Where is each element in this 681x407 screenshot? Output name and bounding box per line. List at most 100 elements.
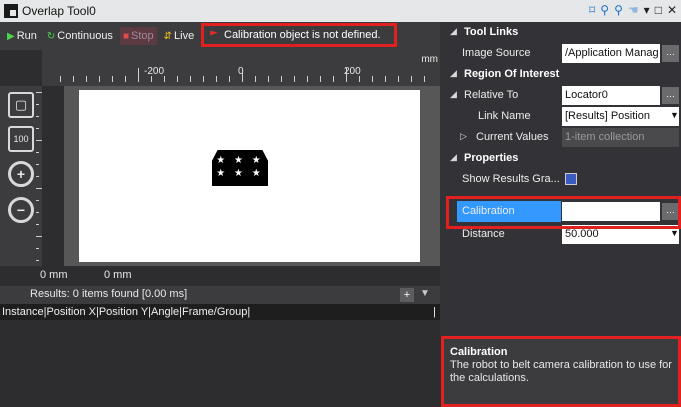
ruler-tick (411, 76, 412, 82)
results-columns: Instance|Position X|Position Y|Angle|Fra… (0, 304, 440, 320)
prop-relative-to[interactable]: ◢ Relative To Locator0 … (440, 85, 681, 106)
pin-icon[interactable]: ⌑ (589, 3, 595, 17)
results-list[interactable] (0, 320, 440, 407)
flag-icon (210, 30, 218, 36)
pan-icon[interactable]: ☚ (628, 3, 639, 17)
show-results-checkbox[interactable] (565, 173, 577, 185)
ruler-tick (36, 164, 39, 165)
image-canvas[interactable]: ★ ★ ★ ★ ★ ★ (79, 90, 420, 262)
property-description: Calibration The robot to belt camera cal… (441, 336, 681, 407)
prop-image-source[interactable]: Image Source /Application Manag … (440, 43, 681, 64)
stop-button[interactable]: ■ Stop (119, 27, 157, 45)
ruler-tick (294, 76, 295, 82)
ruler-tick (36, 212, 39, 213)
zoom-out-icon[interactable]: − (8, 197, 34, 223)
prop-link-name[interactable]: Link Name [Results] Position ▼ (440, 106, 681, 127)
chevron-down-icon[interactable]: ▼ (420, 288, 430, 299)
ruler-tick (242, 68, 243, 82)
run-button[interactable]: ▶ Run (4, 27, 40, 45)
ruler-tick (36, 200, 39, 201)
zoom-in-icon[interactable]: + (8, 161, 34, 187)
ruler-tick (112, 76, 113, 82)
fit-screen-icon[interactable]: ▢ (8, 92, 34, 118)
collapse-icon[interactable]: ◢ (450, 152, 457, 163)
expand-icon[interactable]: ▷ (460, 131, 467, 142)
zoom-out-icon[interactable]: ⚲ (614, 3, 623, 17)
ruler-label-neg200: -200 (144, 66, 165, 77)
ruler-tick (190, 76, 191, 82)
continuous-button[interactable]: ↻ Continuous (44, 27, 116, 45)
ruler-tick (36, 104, 39, 105)
zoom-in-icon[interactable]: ⚲ (600, 3, 609, 17)
browse-button[interactable]: … (662, 45, 679, 62)
maximize-icon[interactable]: □ (655, 3, 662, 17)
ruler-tick (385, 76, 386, 82)
window-title: Overlap Tool0 (22, 4, 96, 18)
ruler-tick (398, 76, 399, 82)
warning-message: Calibration object is not defined. (224, 29, 381, 41)
results-summary: Results: 0 items found [0.00 ms] (30, 288, 188, 300)
ruler-tick (138, 68, 139, 82)
ruler-tick (177, 76, 178, 82)
ruler-tick (229, 76, 230, 82)
zoom-100-icon[interactable]: 100 (8, 126, 34, 152)
ruler-tick (36, 260, 39, 261)
chevron-down-icon[interactable]: ▼ (670, 228, 679, 238)
ruler-tick (36, 152, 39, 153)
property-grid: ◢ Tool Links Image Source /Application M… (440, 22, 681, 336)
category-tool-links[interactable]: ◢ Tool Links (440, 22, 681, 43)
collapse-icon[interactable]: ◢ (450, 89, 457, 100)
ruler-tick (320, 76, 321, 82)
description-text: The robot to belt camera calibration to … (450, 359, 672, 384)
browse-button[interactable]: … (662, 87, 679, 104)
ruler-tick (36, 92, 42, 93)
ruler-unit: mm (421, 54, 438, 65)
ruler-tick (36, 140, 42, 141)
dropdown-icon[interactable]: ▾ (644, 3, 650, 17)
prop-current-values[interactable]: ▷ Current Values 1-item collection (440, 127, 681, 148)
toolbar: ▶ Run ↻ Continuous ■ Stop ⇵ Live Calibra… (0, 22, 440, 50)
ruler-tick (36, 224, 39, 225)
calibration-warning: Calibration object is not defined. (201, 23, 397, 47)
relative-to-field[interactable]: Locator0 (562, 86, 660, 105)
ruler-tick (346, 68, 347, 82)
close-icon[interactable]: ✕ (667, 3, 677, 17)
ruler-tick (36, 176, 39, 177)
chevron-down-icon[interactable]: ▼ (670, 110, 679, 120)
horizontal-ruler: -200 0 200 mm (42, 50, 440, 86)
column-end-mark: | (433, 306, 436, 318)
live-button[interactable]: ⇵ Live (161, 27, 198, 45)
ruler-tick (151, 76, 152, 82)
category-roi[interactable]: ◢ Region Of Interest (440, 64, 681, 85)
title-bar: Overlap Tool0 ⌑ ⚲ ⚲ ☚ ▾ □ ✕ (0, 0, 681, 22)
ruler-tick (73, 76, 74, 82)
loop-icon: ↻ (46, 30, 56, 42)
link-name-select[interactable]: [Results] Position (562, 107, 679, 126)
ruler-tick (255, 76, 256, 82)
ruler-tick (36, 248, 39, 249)
play-icon: ▶ (7, 30, 15, 42)
results-column-headers: Instance|Position X|Position Y|Angle|Fra… (2, 306, 251, 318)
ruler-tick (268, 76, 269, 82)
stop-icon: ■ (122, 30, 129, 42)
current-values-field: 1-item collection (562, 128, 679, 147)
expand-icon[interactable]: + (400, 288, 414, 302)
image-display[interactable]: ★ ★ ★ ★ ★ ★ (64, 86, 440, 266)
prop-show-results[interactable]: Show Results Gra... (440, 169, 681, 190)
image-source-field[interactable]: /Application Manag (562, 44, 660, 63)
collapse-icon[interactable]: ◢ (450, 26, 457, 37)
ruler-tick (281, 76, 282, 82)
description-title: Calibration (450, 346, 508, 358)
ruler-tick (36, 236, 42, 237)
ruler-tick (372, 76, 373, 82)
ruler-tick (164, 76, 165, 82)
app-icon (4, 4, 18, 18)
ruler-tick (125, 76, 126, 82)
collapse-icon[interactable]: ◢ (450, 68, 457, 79)
cursor-coordinates: 0 mm 0 mm (0, 266, 440, 286)
category-properties[interactable]: ◢ Properties (440, 148, 681, 169)
ruler-tick (333, 76, 334, 82)
ruler-tick (36, 128, 39, 129)
coord-y: 0 mm (104, 269, 132, 281)
results-header: Results: 0 items found [0.00 ms] + ▼ (0, 286, 440, 304)
